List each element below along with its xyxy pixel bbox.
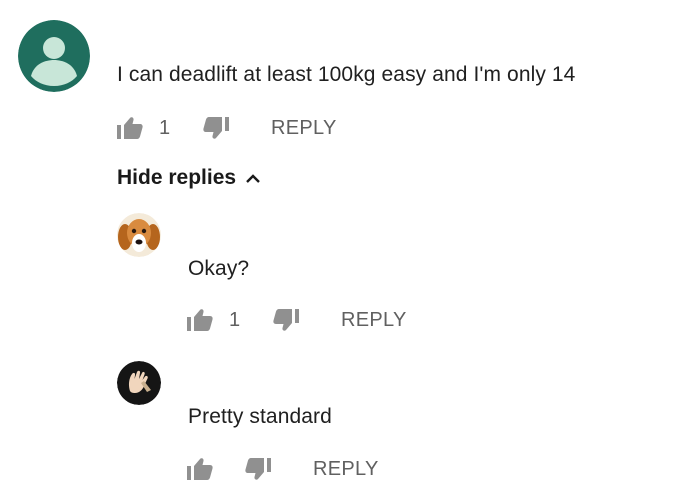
reply-button[interactable]: REPLY xyxy=(313,456,379,482)
thumbs-down-icon xyxy=(245,458,271,480)
thumbs-up-icon xyxy=(117,117,143,139)
default-user-icon xyxy=(18,20,90,92)
reply-text: Okay? xyxy=(188,257,250,280)
dislike-button[interactable] xyxy=(243,456,273,482)
hide-replies-label: Hide replies xyxy=(117,166,237,189)
dog-avatar-icon xyxy=(117,213,161,257)
like-button[interactable] xyxy=(185,456,215,482)
dislike-button[interactable] xyxy=(271,307,301,333)
thumbs-down-icon xyxy=(203,117,229,139)
reply-avatar[interactable] xyxy=(117,213,161,257)
reply-button[interactable]: REPLY xyxy=(341,307,407,333)
reply-actions: REPLY xyxy=(185,456,405,482)
user-avatar[interactable] xyxy=(18,20,90,92)
reply-button[interactable]: REPLY xyxy=(271,115,337,141)
like-count: 1 xyxy=(229,309,241,331)
reply-avatar[interactable] xyxy=(117,361,161,405)
hide-replies-toggle[interactable]: Hide replies xyxy=(117,164,261,192)
comment-text: I can deadlift at least 100kg easy and I… xyxy=(117,63,576,86)
hand-avatar-icon xyxy=(117,361,161,405)
comment-actions: 1 REPLY xyxy=(115,115,355,141)
reply-actions: 1 REPLY xyxy=(185,307,425,333)
thumbs-down-icon xyxy=(273,309,299,331)
like-button[interactable] xyxy=(185,307,215,333)
thumbs-up-icon xyxy=(187,458,213,480)
dislike-button[interactable] xyxy=(201,115,231,141)
thumbs-up-icon xyxy=(187,309,213,331)
like-count: 1 xyxy=(159,117,171,139)
reply-text: Pretty standard xyxy=(188,405,332,428)
like-button[interactable] xyxy=(115,115,145,141)
chevron-up-icon xyxy=(246,174,260,183)
